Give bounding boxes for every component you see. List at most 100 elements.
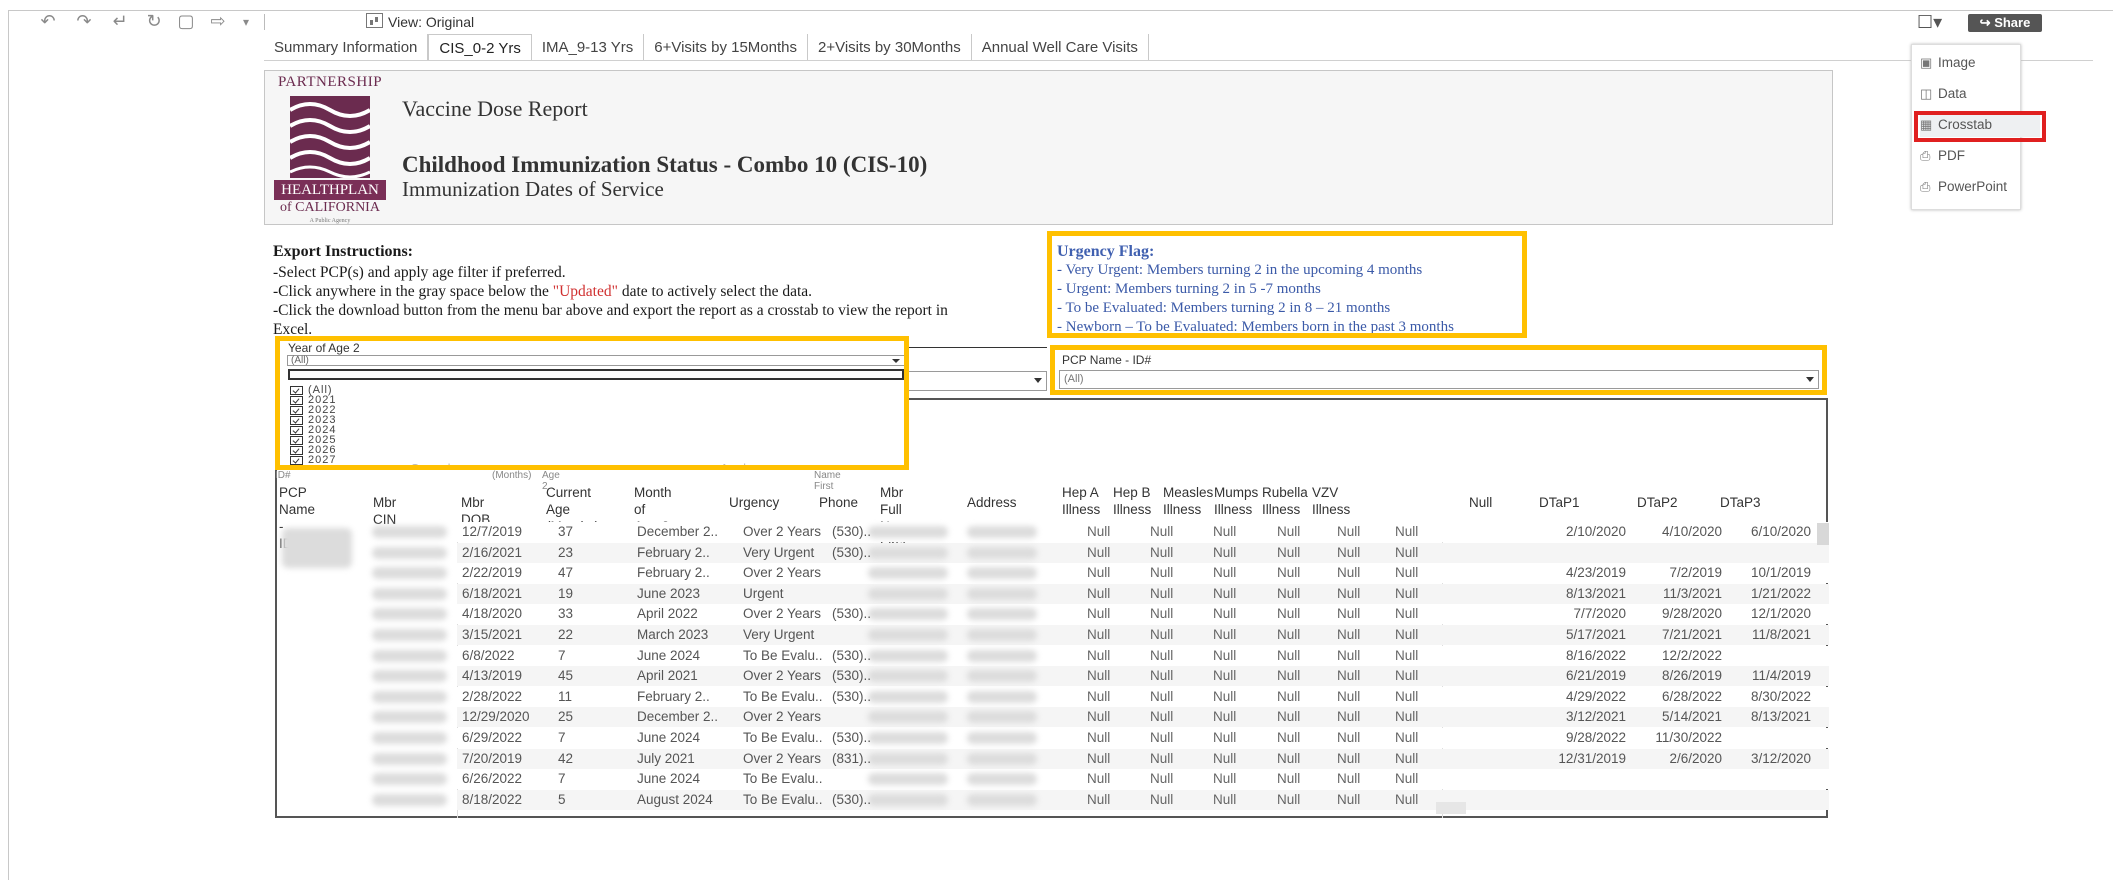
cell-illness: Null bbox=[1150, 771, 1174, 786]
checkbox-checked-icon[interactable] bbox=[290, 445, 303, 455]
cell-urgency: Over 2 Years bbox=[743, 709, 822, 724]
cell-dtap: 3/12/2021 bbox=[1565, 709, 1626, 724]
tab-6-visits-by-15-months[interactable]: 6+Visits by 15Months bbox=[644, 34, 808, 61]
redacted-cell bbox=[967, 732, 1037, 744]
window-left-border bbox=[8, 10, 9, 880]
tab-2-visits-by-30-months[interactable]: 2+Visits by 30Months bbox=[808, 34, 972, 61]
refresh-icon[interactable]: ↻ bbox=[140, 12, 168, 32]
cell-dtap: 10/1/2019 bbox=[1750, 565, 1811, 580]
replay-icon[interactable]: ⇨ bbox=[204, 12, 232, 32]
redacted-cell bbox=[868, 588, 948, 600]
cell-month-age-2: June 2023 bbox=[637, 586, 701, 601]
cell-illness: Null bbox=[1277, 648, 1301, 663]
column-header-label: Hep B bbox=[1113, 485, 1151, 500]
cell-illness: Null bbox=[1150, 545, 1174, 560]
checkbox-checked-icon[interactable] bbox=[290, 395, 303, 405]
tab-summary-information[interactable]: Summary Information bbox=[264, 34, 429, 61]
cell-month-age-2: April 2022 bbox=[637, 606, 698, 621]
year-filter-select[interactable]: (All) bbox=[287, 355, 904, 366]
menu-item-powerpoint[interactable]: ⎙ PowerPoint bbox=[1920, 179, 2007, 195]
cell-illness: Null bbox=[1213, 792, 1237, 807]
checkbox-checked-icon[interactable] bbox=[290, 385, 303, 395]
year-filter-label: Year of Age 2 bbox=[288, 341, 360, 355]
cell-illness: Null bbox=[1087, 709, 1111, 724]
instruction-text: -Click anywhere in the gray space below … bbox=[273, 283, 553, 300]
cell-illness: Null bbox=[1213, 689, 1237, 704]
cell-illness: Null bbox=[1087, 524, 1111, 539]
pause-icon[interactable]: ▢ bbox=[172, 12, 200, 32]
redacted-cell bbox=[967, 567, 1037, 579]
column-header-label: DTaP2 bbox=[1637, 495, 1678, 510]
hidden-filter-select[interactable] bbox=[905, 371, 1047, 391]
cell-urgency: Very Urgent bbox=[743, 545, 815, 560]
column-header: Hep B Illness bbox=[1113, 484, 1151, 518]
cell-illness: Null bbox=[1150, 668, 1174, 683]
urgency-line: - To be Evaluated: Members turning 2 in … bbox=[1057, 300, 1391, 316]
cell-urgency: To Be Evalu.. bbox=[743, 792, 823, 807]
cell-illness: Null bbox=[1395, 545, 1419, 560]
cell-current-age: 37 bbox=[558, 524, 574, 539]
year-options-list: (All) 2021 2022 2023 2024 2025 2026 2027 bbox=[290, 385, 336, 465]
menu-item-image[interactable]: ▣ Image bbox=[1920, 55, 1976, 71]
pcp-filter: PCP Name - ID# (All) bbox=[1050, 345, 1827, 395]
tab-annual-well-care-visits[interactable]: Annual Well Care Visits bbox=[972, 34, 1149, 61]
chevron-down-icon bbox=[892, 359, 900, 363]
cell-illness: Null bbox=[1087, 648, 1111, 663]
checkbox-checked-icon[interactable] bbox=[290, 435, 303, 445]
view-icon[interactable] bbox=[366, 13, 383, 28]
cell-dob: 6/26/2022 bbox=[462, 771, 523, 786]
redacted-cell bbox=[372, 588, 447, 600]
redacted-cell bbox=[967, 588, 1037, 600]
urgency-line: - Urgent: Members turning 2 in 5 -7 mont… bbox=[1057, 281, 1321, 297]
crosstab-highlight-box bbox=[1914, 111, 2046, 142]
menu-item-pdf[interactable]: ⎙ PDF bbox=[1920, 148, 1965, 164]
urgency-line: - Newborn – To be Evaluated: Members bor… bbox=[1057, 319, 1454, 335]
tab-cis-0-2-yrs[interactable]: CIS_0-2 Yrs bbox=[428, 34, 532, 61]
cancel-button[interactable]: Cancel bbox=[410, 461, 450, 465]
cell-illness: Null bbox=[1150, 524, 1174, 539]
share-button-label: Share bbox=[1994, 15, 2031, 30]
menu-item-data[interactable]: ◫ Data bbox=[1920, 86, 1967, 102]
checkbox-checked-icon[interactable] bbox=[290, 415, 303, 425]
cell-current-age: 11 bbox=[558, 689, 573, 704]
redacted-cell bbox=[372, 629, 447, 641]
tab-ima-9-13-yrs[interactable]: IMA_9-13 Yrs bbox=[532, 34, 645, 61]
apply-button[interactable]: Apply bbox=[720, 461, 753, 465]
cell-dtap: 8/13/2021 bbox=[1565, 586, 1626, 601]
table-horizontal-scroll-thumb[interactable] bbox=[1436, 802, 1466, 814]
cell-phone: (831).. bbox=[832, 751, 872, 766]
cell-current-age: 5 bbox=[558, 792, 566, 807]
share-icon: ↪ bbox=[1979, 15, 1995, 30]
checkbox-checked-icon[interactable] bbox=[290, 425, 303, 435]
table-scroll-thumb[interactable] bbox=[1817, 523, 1829, 545]
cell-month-age-2: February 2.. bbox=[637, 545, 710, 560]
year-search-input[interactable] bbox=[288, 369, 904, 380]
cell-month-age-2: June 2024 bbox=[637, 648, 701, 663]
cell-illness: Null bbox=[1395, 524, 1419, 539]
year-option[interactable]: 2027 bbox=[290, 455, 336, 465]
checkbox-checked-icon[interactable] bbox=[290, 405, 303, 415]
redacted-cell bbox=[868, 650, 948, 662]
cell-urgency: Over 2 Years bbox=[743, 751, 822, 766]
share-button[interactable]: ↪ Share bbox=[1968, 14, 2042, 32]
report-title: Vaccine Dose Report bbox=[402, 96, 588, 121]
redo-icon[interactable]: ↷ bbox=[70, 12, 98, 32]
cell-illness: Null bbox=[1277, 751, 1301, 766]
cell-dtap: 9/28/2022 bbox=[1565, 730, 1626, 745]
cell-illness: Null bbox=[1395, 648, 1419, 663]
column-header: DTaP3 bbox=[1720, 494, 1761, 511]
undo-icon[interactable]: ↶ bbox=[34, 12, 62, 32]
download-icon[interactable]: ☐▾ bbox=[1917, 12, 1957, 36]
checkbox-checked-icon[interactable] bbox=[290, 455, 303, 465]
pcp-filter-select[interactable]: (All) bbox=[1059, 370, 1819, 389]
cell-dtap: 11/3/2021 bbox=[1662, 586, 1722, 601]
replay-menu-chevron-icon[interactable]: ▾ bbox=[232, 12, 260, 32]
redacted-cell bbox=[372, 753, 447, 765]
cell-month-age-2: June 2024 bbox=[637, 730, 701, 745]
cell-current-age: 19 bbox=[558, 586, 574, 601]
revert-icon[interactable]: ↵ bbox=[106, 12, 134, 32]
redacted-cell bbox=[967, 691, 1037, 703]
cell-illness: Null bbox=[1395, 689, 1419, 704]
view-label[interactable]: View: Original bbox=[388, 12, 474, 32]
cell-illness: Null bbox=[1087, 606, 1111, 621]
